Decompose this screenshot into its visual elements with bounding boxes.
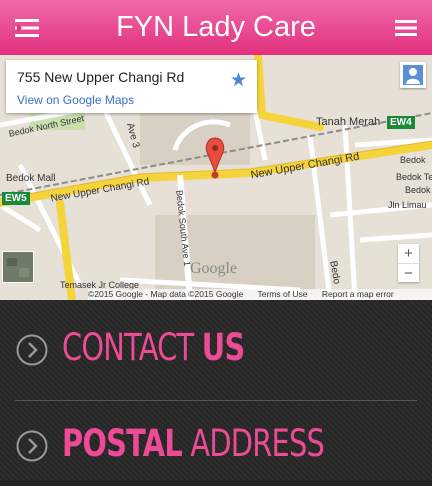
info-address: 755 New Upper Changi Rd xyxy=(17,69,185,85)
contact-us-heading-thin: CONTACT xyxy=(62,326,194,369)
map-label-ew5: EW5 xyxy=(2,192,30,205)
report-map-error-link[interactable]: Report a map error xyxy=(322,289,394,299)
terms-of-use-link[interactable]: Terms of Use xyxy=(257,289,307,299)
zoom-in-button[interactable]: + xyxy=(398,244,419,264)
chevron-right-circle-icon xyxy=(16,334,48,366)
sections-panel: CONTACT US POSTAL ADDRESS xyxy=(0,300,432,480)
pegman-icon[interactable] xyxy=(400,62,426,88)
map-label-jln-limau: Jln Limau xyxy=(388,200,427,210)
contact-us-section[interactable]: CONTACT US xyxy=(0,310,432,390)
view-on-google-maps-link[interactable]: View on Google Maps xyxy=(17,93,134,107)
satellite-thumbnail[interactable] xyxy=(2,251,34,283)
google-map[interactable]: Bedok North Street Ave 3 Tanah Merah EW4… xyxy=(0,55,432,300)
postal-address-heading-thin: ADDRESS xyxy=(190,422,325,465)
map-label-bedok-mall: Bedok Mall xyxy=(6,173,56,184)
app-title: FYN Lady Care xyxy=(116,11,316,43)
zoom-control: + − xyxy=(398,244,419,282)
hamburger-menu-icon[interactable] xyxy=(393,15,419,41)
postal-address-heading-bold: POSTAL xyxy=(62,422,183,465)
map-label-bedok-ter: Bedok Ter xyxy=(396,172,432,182)
map-attribution: ©2015 Google - Map data ©2015 Google Ter… xyxy=(88,289,432,300)
map-label-bedok-1: Bedok xyxy=(400,155,426,165)
postal-address-section[interactable]: POSTAL ADDRESS xyxy=(0,406,432,486)
contact-us-heading: CONTACT US xyxy=(62,324,245,372)
contact-us-heading-bold: US xyxy=(201,326,245,369)
map-copyright: ©2015 Google - Map data ©2015 Google xyxy=(88,289,244,299)
app-header: FYN Lady Care xyxy=(0,0,432,55)
google-logo: Google xyxy=(190,260,238,277)
map-label-tanah-merah: Tanah Merah xyxy=(316,116,381,128)
postal-address-heading: POSTAL ADDRESS xyxy=(62,420,325,468)
zoom-out-button[interactable]: − xyxy=(398,264,419,283)
map-label-bedok-3: Bedok xyxy=(405,185,431,195)
star-icon[interactable]: ★ xyxy=(230,69,247,91)
map-label-ew4: EW4 xyxy=(387,116,415,129)
chevron-right-circle-icon xyxy=(16,430,48,462)
section-divider xyxy=(15,400,417,401)
map-info-box: 755 New Upper Changi Rd View on Google M… xyxy=(6,60,257,113)
